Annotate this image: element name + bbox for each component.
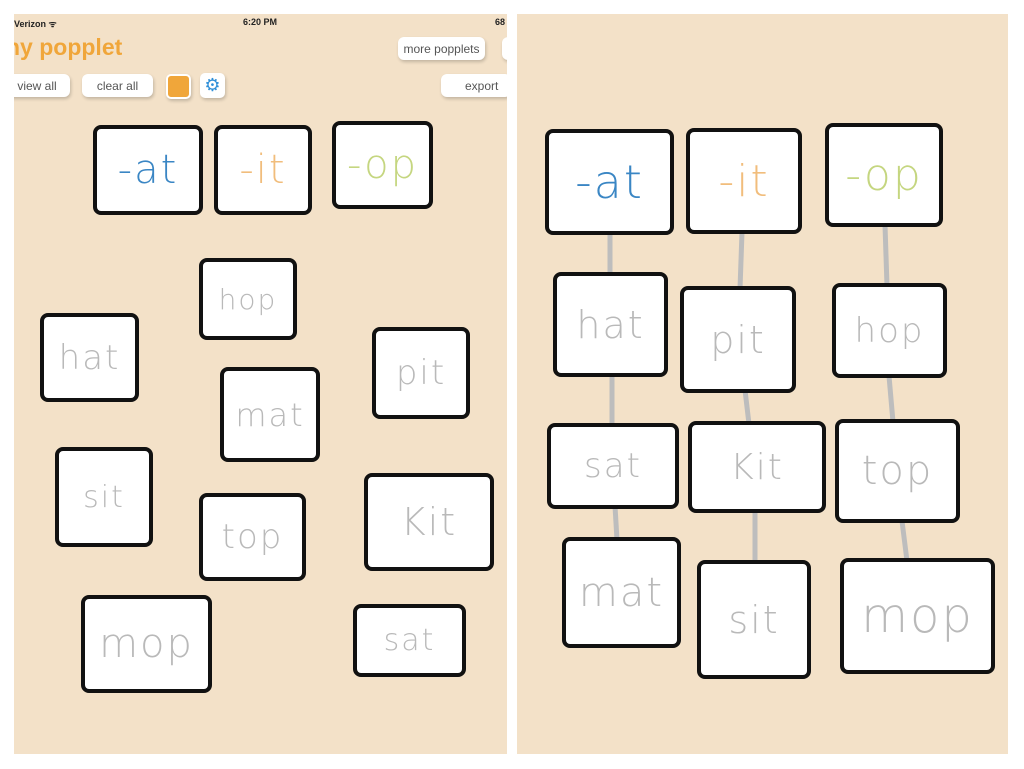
more-popplets-button[interactable]: more popplets bbox=[398, 37, 485, 60]
popple-sit[interactable]: sit bbox=[697, 560, 811, 679]
connector bbox=[737, 231, 745, 290]
popple-top[interactable]: top bbox=[199, 493, 306, 581]
clear-all-button[interactable]: clear all bbox=[82, 74, 153, 97]
popple-sit[interactable]: sit bbox=[55, 447, 153, 547]
popple-hat[interactable]: hat bbox=[553, 272, 668, 377]
popple-op[interactable]: -op bbox=[825, 123, 943, 227]
popple-mat[interactable]: mat bbox=[562, 537, 681, 648]
connector bbox=[899, 520, 910, 562]
carrier-label: Verizon ᯤ bbox=[14, 19, 57, 29]
gear-icon[interactable]: ⚙ bbox=[200, 73, 225, 98]
popple-kit[interactable]: Kit bbox=[364, 473, 494, 571]
view-all-button[interactable]: view all bbox=[14, 74, 70, 97]
export-button[interactable]: export bbox=[441, 74, 507, 97]
popple-pit[interactable]: pit bbox=[372, 327, 470, 419]
popple-hop[interactable]: hop bbox=[832, 283, 947, 378]
popple-mop[interactable]: mop bbox=[840, 558, 995, 674]
popple-op[interactable]: -op bbox=[332, 121, 433, 209]
color-swatch-button[interactable] bbox=[166, 74, 191, 99]
popple-mop[interactable]: mop bbox=[81, 595, 212, 693]
popple-pit[interactable]: pit bbox=[680, 286, 796, 393]
partial-button[interactable] bbox=[502, 37, 507, 60]
unsorted-popplet-screen: Verizon ᯤ 6:20 PM 68 ny popplet more pop… bbox=[14, 14, 507, 754]
popple-at[interactable]: -at bbox=[545, 129, 674, 235]
connector bbox=[612, 505, 620, 541]
popple-sat[interactable]: sat bbox=[547, 423, 679, 509]
popple-hop[interactable]: hop bbox=[199, 258, 297, 340]
time-label: 6:20 PM bbox=[243, 17, 278, 27]
connector bbox=[742, 389, 752, 425]
popple-sat[interactable]: sat bbox=[353, 604, 466, 677]
connector bbox=[886, 375, 896, 423]
connector bbox=[882, 224, 890, 287]
app-title: ny popplet bbox=[14, 34, 123, 60]
popple-hat[interactable]: hat bbox=[40, 313, 139, 402]
popple-kit[interactable]: Kit bbox=[688, 421, 826, 513]
battery-label: 68 bbox=[495, 17, 506, 27]
popple-it[interactable]: -it bbox=[686, 128, 802, 234]
popple-at[interactable]: -at bbox=[93, 125, 203, 215]
popple-top[interactable]: top bbox=[835, 419, 960, 523]
popple-it[interactable]: -it bbox=[214, 125, 312, 215]
sorted-popplet-screen: -at -it -op hat pit hop sat Kit top mat … bbox=[517, 14, 1008, 754]
popple-mat[interactable]: mat bbox=[220, 367, 320, 462]
